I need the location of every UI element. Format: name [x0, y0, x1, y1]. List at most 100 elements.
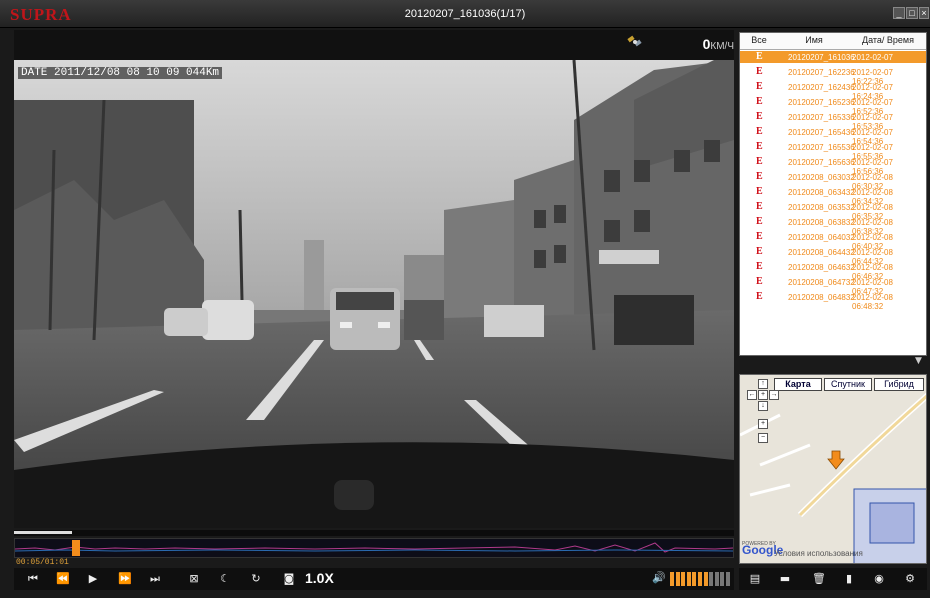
skip-back-icon[interactable]: ⏮ — [22, 571, 44, 587]
file-list-row[interactable]: E 20120207_162236 2012-02-07 16:22:36 — [740, 66, 926, 86]
file-name: 20120207_165436 — [788, 128, 855, 137]
seek-progress — [14, 531, 72, 534]
volume-bar-segment — [714, 572, 719, 586]
volume-slider[interactable] — [670, 572, 732, 586]
night-mode-icon[interactable]: ☾ — [214, 571, 236, 587]
file-list-row[interactable]: E 20120208_064632 2012-02-08 06:46:32 — [740, 261, 926, 281]
speed-unit: КМ/Ч — [710, 41, 734, 52]
volume-bar-segment — [670, 572, 674, 586]
map-tab-hybrid[interactable]: Гибрид — [874, 378, 924, 391]
event-type-icon: E — [756, 126, 763, 137]
map-terms-link[interactable]: Условия использования — [774, 549, 863, 558]
file-name: 20120207_165336 — [788, 113, 855, 122]
map-tab-satellite[interactable]: Спутник — [824, 378, 872, 391]
event-type-icon: E — [756, 231, 763, 242]
skip-forward-icon[interactable]: ⏭ — [144, 571, 166, 587]
volume-bar-segment — [675, 572, 680, 586]
playback-rate-button[interactable]: 1.0X — [305, 570, 334, 586]
file-name: 20120207_165236 — [788, 98, 855, 107]
rotate-icon[interactable]: ↻ — [245, 571, 267, 587]
file-list-row[interactable]: E 20120208_064432 2012-02-08 06:44:32 — [740, 246, 926, 266]
map-canvas — [740, 375, 926, 563]
rewind-icon[interactable]: ⏪ — [52, 571, 74, 587]
event-type-icon: E — [756, 246, 763, 257]
file-list-row[interactable]: E 20120208_064732 2012-02-08 06:47:32 — [740, 276, 926, 296]
file-list-row[interactable]: E 20120207_161036 2012-02-07 16:10:36 — [740, 51, 926, 71]
file-list-row[interactable]: E 20120207_165536 2012-02-07 16:55:36 — [740, 141, 926, 161]
volume-bar-segment — [703, 572, 708, 586]
volume-bar-segment — [720, 572, 725, 586]
file-list-row[interactable]: E 20120208_064832 2012-02-08 06:48:32 — [740, 291, 926, 311]
minimize-button[interactable]: _ — [893, 7, 905, 19]
volume-bar-segment — [709, 572, 714, 586]
volume-bar-segment — [686, 572, 691, 586]
file-list-row[interactable]: E 20120207_165436 2012-02-07 16:54:36 — [740, 126, 926, 146]
file-list-row[interactable]: E 20120207_165236 2012-02-07 16:52:36 — [740, 96, 926, 116]
timecode: 00:05/01:01 — [16, 558, 69, 567]
file-list-row[interactable]: E 20120208_063032 2012-02-08 06:30:32 — [740, 171, 926, 191]
collapse-list-icon[interactable]: ▼ — [915, 356, 922, 366]
event-type-icon: E — [756, 156, 763, 167]
column-datetime[interactable]: Дата/ Время — [852, 35, 924, 45]
gsensor-graph[interactable] — [14, 538, 734, 558]
seek-bar[interactable] — [14, 530, 734, 536]
pan-left-icon[interactable]: ← — [747, 390, 757, 400]
file-name: 20120208_064032 — [788, 233, 855, 242]
file-list-row[interactable]: E 20120208_063832 2012-02-08 06:38:32 — [740, 216, 926, 236]
event-type-icon: E — [756, 51, 763, 62]
speed-readout: 0КМ/Ч — [690, 36, 734, 52]
file-name: 20120208_063432 — [788, 188, 855, 197]
event-type-icon: E — [756, 276, 763, 287]
column-all[interactable]: Все — [746, 35, 772, 45]
file-list-row[interactable]: E 20120208_063432 2012-02-08 06:34:32 — [740, 186, 926, 206]
dashcam-scene — [14, 60, 734, 528]
file-name: 20120208_064832 — [788, 293, 855, 302]
event-type-icon: E — [756, 171, 763, 182]
folder-icon[interactable]: ▬ — [774, 571, 796, 587]
event-type-icon: E — [756, 201, 763, 212]
settings-icon[interactable]: ⚙ — [899, 571, 921, 587]
volume-bar-segment — [726, 572, 730, 586]
event-type-icon: E — [756, 261, 763, 272]
file-list-row[interactable]: E 20120207_165636 2012-02-07 16:56:36 — [740, 156, 926, 176]
event-type-icon: E — [756, 291, 763, 302]
file-list-row[interactable]: E 20120208_063532 2012-02-08 06:35:32 — [740, 201, 926, 221]
sd-card-icon[interactable]: ▤ — [744, 571, 766, 587]
file-list-row[interactable]: E 20120208_064032 2012-02-08 06:40:32 — [740, 231, 926, 251]
map-tab-map[interactable]: Карта — [774, 378, 822, 391]
zoom-in-icon[interactable]: + — [758, 419, 768, 429]
maximize-button[interactable]: □ — [906, 7, 918, 19]
pan-up-icon[interactable]: ↑ — [758, 379, 768, 389]
file-name: 20120208_063032 — [788, 173, 855, 182]
file-list-row[interactable]: E 20120207_162436 2012-02-07 16:24:36 — [740, 81, 926, 101]
volume-bar-segment — [692, 572, 697, 586]
snapshot-icon[interactable]: ◙ — [278, 571, 300, 587]
file-name: 20120207_162436 — [788, 83, 855, 92]
zoom-out-icon[interactable]: − — [758, 433, 768, 443]
column-name[interactable]: Имя — [778, 35, 850, 45]
delete-icon[interactable]: 🗑 — [808, 571, 830, 587]
pan-down-icon[interactable]: ↓ — [758, 401, 768, 411]
file-list-panel: Все Имя Дата/ Время E 20120207_161036 2012… — [739, 32, 927, 356]
event-type-icon: E — [756, 186, 763, 197]
fast-forward-icon[interactable]: ⏩ — [114, 571, 136, 587]
file-name: 20120208_064732 — [788, 278, 855, 287]
file-name: 20120208_064632 — [788, 263, 855, 272]
event-type-icon: E — [756, 96, 763, 107]
file-name: 20120208_063832 — [788, 218, 855, 227]
info-icon[interactable]: ◉ — [868, 571, 890, 587]
file-name: 20120208_064432 — [788, 248, 855, 257]
map-panel[interactable]: Карта Спутник Гибрид ↑ ← + → ↓ + − POWER… — [739, 374, 927, 564]
pan-center-icon[interactable]: + — [758, 390, 768, 400]
playhead-marker[interactable] — [72, 540, 80, 556]
file-list-row[interactable]: E 20120207_165336 2012-02-07 16:53:36 — [740, 111, 926, 131]
copy-icon[interactable]: ▮ — [838, 571, 860, 587]
volume-icon[interactable]: 🔊 — [652, 571, 666, 584]
play-icon[interactable]: ▶ — [82, 571, 104, 587]
gsensor-waveform — [14, 542, 734, 553]
fullscreen-icon[interactable]: ⊠ — [183, 571, 205, 587]
video-frame[interactable] — [14, 60, 734, 528]
close-button[interactable]: × — [919, 7, 929, 19]
event-type-icon: E — [756, 111, 763, 122]
pan-right-icon[interactable]: → — [769, 390, 779, 400]
